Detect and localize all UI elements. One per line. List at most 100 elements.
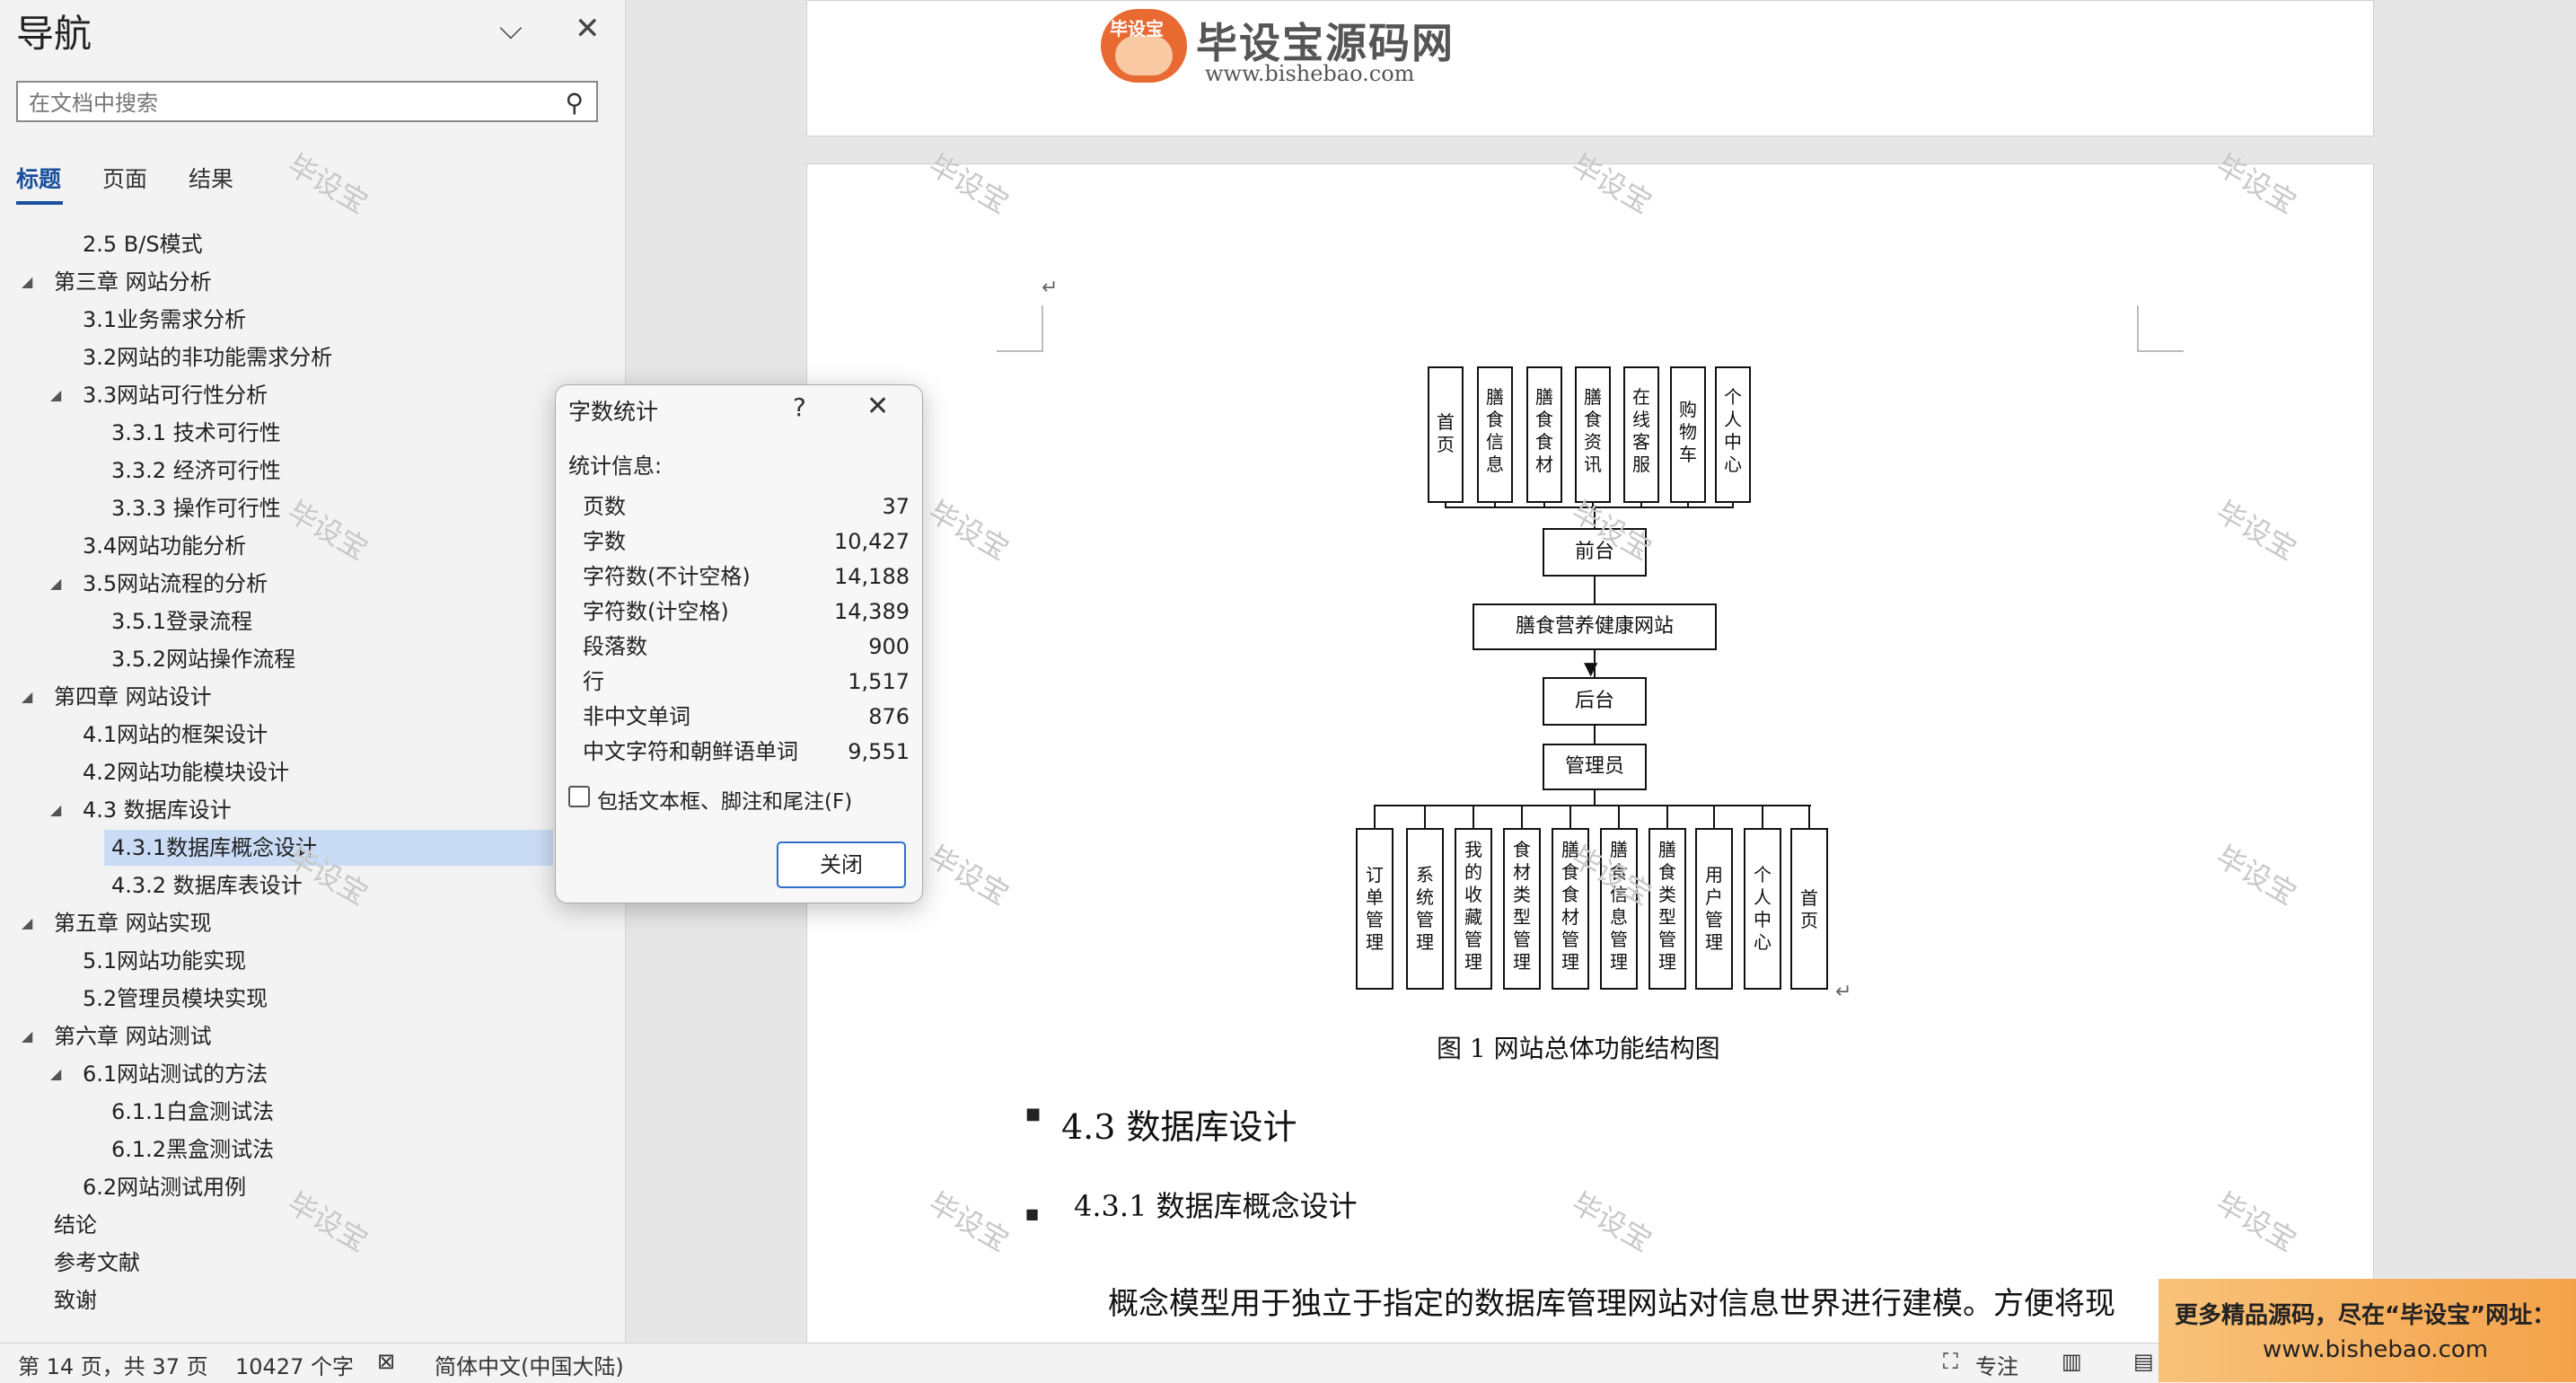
logo-face-icon: [1115, 36, 1173, 75]
search-box[interactable]: ⚲: [16, 81, 598, 122]
connector: [1375, 805, 1811, 806]
collapse-triangle-icon[interactable]: ◢: [50, 377, 61, 413]
dialog-title: 字数统计: [568, 399, 659, 425]
site-box: 膳食营养健康网站: [1473, 603, 1717, 650]
tab-headings[interactable]: 标题: [16, 162, 61, 194]
connector: [1618, 805, 1620, 828]
statistic-value: 14,188: [834, 564, 910, 589]
nav-heading-item[interactable]: 3.3.2 经济可行性: [0, 453, 625, 489]
figure-caption: 图 1 网站总体功能结构图: [1437, 1034, 1720, 1063]
word-count[interactable]: 10427 个字: [235, 1349, 354, 1380]
nav-heading-item[interactable]: 4.2网站功能模块设计: [0, 754, 625, 790]
paragraph-mark-icon: ↵: [1042, 277, 1059, 299]
nav-heading-item[interactable]: 参考文献: [0, 1245, 625, 1281]
backend-box: 后台: [1543, 677, 1647, 726]
nav-heading-item[interactable]: ◢ 3.5网站流程的分析: [0, 566, 625, 602]
nav-heading-label: 3.2网站的非功能需求分析: [83, 345, 333, 370]
connector: [1521, 805, 1523, 828]
nav-heading-label: 第五章 网站实现: [54, 911, 212, 936]
nav-heading-item[interactable]: ◢ 6.1网站测试的方法: [0, 1056, 625, 1092]
read-mode-icon[interactable]: ▥: [2062, 1349, 2082, 1374]
margin-mark: [1042, 305, 1043, 352]
collapse-triangle-icon[interactable]: ◢: [50, 566, 61, 602]
logo-url: www.bishebao.com: [1205, 61, 1415, 86]
search-icon[interactable]: ⚲: [565, 88, 584, 118]
statistic-value: 37: [882, 494, 910, 519]
statistics-label: 统计信息:: [568, 454, 663, 479]
promo-url[interactable]: www.bishebao.com: [2263, 1336, 2488, 1363]
body-paragraph[interactable]: 概念模型用于独立于指定的数据库管理网站对信息世界进行建模。方便将现: [1108, 1279, 2115, 1323]
connector: [1808, 805, 1810, 828]
statistic-label: 非中文单词: [583, 704, 690, 729]
nav-heading-item[interactable]: 5.2管理员模块实现: [0, 981, 625, 1017]
nav-heading-label: 5.1网站功能实现: [83, 948, 247, 973]
print-layout-icon[interactable]: ▤: [2133, 1349, 2154, 1374]
top-module-box: 膳食信息: [1477, 366, 1513, 503]
admin-module-box: 用户管理: [1695, 828, 1733, 990]
statistic-label: 页数: [583, 494, 626, 519]
nav-heading-label: 第三章 网站分析: [54, 269, 212, 295]
nav-heading-label: 3.3.1 技术可行性: [111, 420, 281, 445]
statistic-row: 段落数 900: [583, 630, 910, 664]
promo-banner[interactable]: 更多精品源码，尽在“毕设宝”网址： www.bishebao.com: [2158, 1279, 2576, 1382]
collapse-triangle-icon[interactable]: ◢: [50, 1056, 61, 1092]
connector: [1374, 805, 1376, 828]
nav-heading-label: 第六章 网站测试: [54, 1024, 212, 1049]
nav-heading-item[interactable]: 5.1网站功能实现: [0, 943, 625, 979]
logo-badge: 毕设宝: [1101, 9, 1187, 83]
promo-line-1: 更多精品源码，尽在“毕设宝”网址：: [2175, 1302, 2556, 1329]
nav-heading-item[interactable]: ◢ 第三章 网站分析: [0, 264, 625, 300]
nav-heading-item[interactable]: 4.1网站的框架设计: [0, 717, 625, 753]
nav-heading-item[interactable]: 6.1.1白盒测试法: [0, 1094, 625, 1130]
nav-heading-item[interactable]: 3.1业务需求分析: [0, 302, 625, 338]
nav-heading-item[interactable]: 3.5.1登录流程: [0, 603, 625, 639]
nav-heading-label: 6.1.1白盒测试法: [111, 1099, 275, 1124]
nav-heading-item[interactable]: ◢ 第四章 网站设计: [0, 679, 625, 715]
connector: [1445, 503, 1446, 508]
nav-heading-item[interactable]: 3.3.1 技术可行性: [0, 415, 625, 451]
language[interactable]: 简体中文(中国大陆): [435, 1349, 624, 1380]
statistic-value: 1,517: [848, 669, 910, 694]
page-count[interactable]: 第 14 页，共 37 页: [18, 1349, 208, 1380]
collapse-triangle-icon[interactable]: ◢: [22, 679, 32, 715]
nav-heading-item[interactable]: 致谢: [0, 1282, 625, 1318]
statistic-row: 字符数(计空格) 14,389: [583, 595, 910, 629]
collapse-triangle-icon[interactable]: ◢: [22, 264, 32, 300]
statistic-row: 字数 10,427: [583, 524, 910, 559]
statistic-value: 14,389: [834, 599, 910, 624]
nav-heading-item[interactable]: 3.5.2网站操作流程: [0, 641, 625, 677]
statistic-value: 9,551: [848, 739, 910, 764]
active-tab-indicator: [16, 201, 63, 205]
nav-heading-item[interactable]: 3.2网站的非功能需求分析: [0, 339, 625, 375]
include-textboxes-checkbox[interactable]: [568, 786, 590, 807]
nav-heading-item[interactable]: ◢ 第六章 网站测试: [0, 1018, 625, 1054]
nav-heading-item[interactable]: 6.1.2黑盒测试法: [0, 1132, 625, 1167]
include-textboxes-label[interactable]: 包括文本框、脚注和尾注(F): [597, 784, 852, 815]
heading-2[interactable]: 4.3 数据库设计: [1061, 1099, 1297, 1149]
help-icon[interactable]: ?: [793, 392, 806, 422]
collapse-triangle-icon[interactable]: ◢: [22, 1018, 32, 1054]
close-button[interactable]: 关闭: [777, 841, 906, 888]
focus-icon[interactable]: ⛶: [1943, 1349, 1958, 1374]
tab-results[interactable]: 结果: [189, 162, 233, 194]
nav-heading-label: 致谢: [54, 1288, 97, 1313]
nav-heading-item[interactable]: ◢ 3.3网站可行性分析: [0, 377, 625, 413]
nav-heading-item[interactable]: 2.5 B/S模式: [0, 226, 625, 262]
focus-mode-button[interactable]: 专注: [1975, 1349, 2018, 1380]
connector: [1594, 788, 1596, 805]
connector: [1569, 805, 1571, 828]
connector: [1473, 805, 1474, 828]
tab-pages[interactable]: 页面: [102, 162, 147, 194]
heading-3[interactable]: 4.3.1 数据库概念设计: [1074, 1184, 1358, 1225]
close-icon[interactable]: ✕: [575, 11, 601, 47]
nav-heading-item[interactable]: ◢ 第五章 网站实现: [0, 905, 625, 941]
connector: [1594, 724, 1596, 745]
nav-heading-item[interactable]: ◢ 4.3 数据库设计: [0, 792, 625, 828]
chevron-down-icon[interactable]: ⌵: [499, 11, 523, 47]
collapse-triangle-icon[interactable]: ◢: [50, 792, 61, 828]
connector: [1732, 503, 1734, 508]
search-input[interactable]: [27, 90, 551, 117]
collapse-triangle-icon[interactable]: ◢: [22, 905, 32, 941]
dialog-close-icon[interactable]: ✕: [866, 391, 889, 422]
proofing-icon[interactable]: ⊠: [377, 1349, 395, 1374]
